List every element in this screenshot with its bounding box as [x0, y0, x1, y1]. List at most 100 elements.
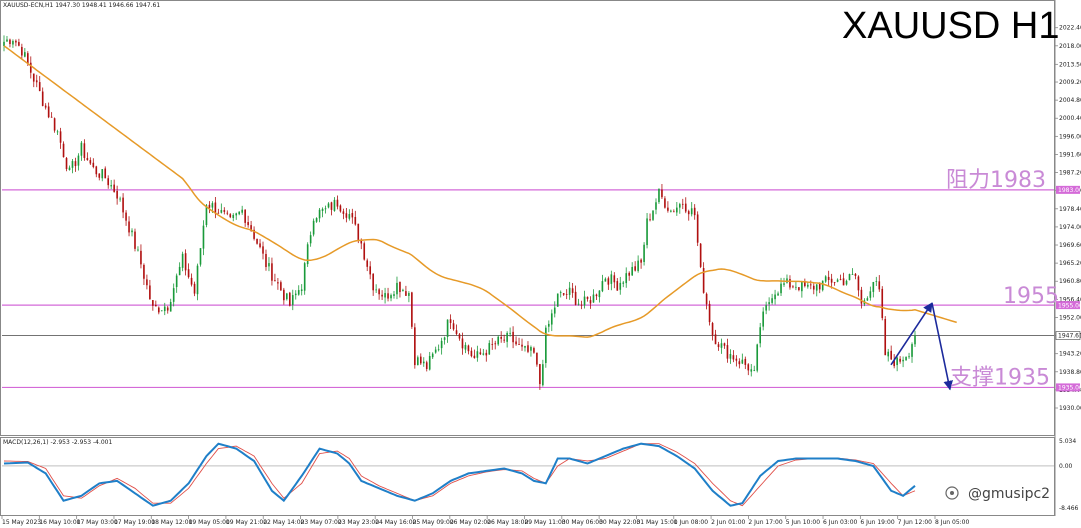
candle-body: [878, 281, 881, 290]
candle-body: [714, 334, 717, 345]
candle-body: [899, 358, 901, 362]
candle-body: [598, 290, 601, 298]
candle-body: [592, 294, 595, 303]
candle-body: [220, 210, 223, 213]
candle-body: [613, 275, 616, 283]
candle-body: [146, 279, 148, 286]
candle-body: [297, 290, 300, 295]
candle-body: [458, 334, 461, 339]
candle-body: [259, 243, 261, 248]
candle-body: [827, 276, 830, 281]
candle-body: [417, 357, 419, 366]
candle-body: [643, 244, 645, 262]
candle-body: [366, 260, 369, 267]
candle-body: [667, 207, 669, 211]
candle-body: [616, 281, 619, 291]
projection-down-arrow: [931, 302, 953, 391]
candle-body: [503, 339, 505, 341]
candle-body: [589, 300, 592, 304]
time-tick-label: 17 May 03:00: [77, 519, 118, 526]
candle-body: [586, 296, 589, 299]
candle-body: [500, 336, 502, 339]
candle-body: [244, 209, 246, 223]
watermark-icon: [945, 486, 959, 500]
candle-body: [515, 341, 517, 345]
candle-body: [687, 211, 690, 215]
candle-body: [649, 219, 651, 221]
time-tick-label: 29 May 11:00: [524, 519, 565, 526]
candle-body: [324, 208, 327, 210]
price-tick-label: 1991.60: [1059, 151, 1081, 158]
time-tick-label: 16 May 10:00: [39, 519, 80, 526]
candle-body: [428, 356, 431, 370]
candle-body: [196, 265, 199, 295]
time-tick-label: 18 May 12:00: [151, 519, 192, 526]
candle-body: [256, 238, 258, 244]
candle-body: [399, 281, 401, 293]
price-tick-label: 2000.40: [1059, 115, 1081, 122]
candle-body: [747, 364, 750, 371]
candle-body: [378, 289, 380, 295]
candle-body: [550, 313, 553, 325]
candle-body: [768, 302, 770, 305]
level-label-1: 1955: [1003, 284, 1059, 309]
candle-body: [470, 350, 473, 357]
candle-body: [178, 266, 181, 276]
candle-body: [339, 205, 342, 212]
candle-body: [720, 343, 723, 348]
candle-body: [571, 288, 574, 293]
price-tick-label: 1987.20: [1059, 170, 1081, 177]
candle-body: [753, 369, 756, 371]
candle-body: [637, 260, 639, 271]
candle-body: [711, 323, 714, 336]
candle-body: [223, 210, 226, 212]
candle-body: [303, 263, 306, 291]
candle-body: [443, 337, 446, 340]
candle-body: [95, 166, 98, 175]
candle-body: [396, 282, 398, 295]
candle-body: [119, 198, 121, 200]
candle-body: [26, 53, 29, 64]
price-tick-label: 2004.80: [1059, 97, 1081, 104]
candle-body: [601, 281, 604, 292]
candle-body: [375, 289, 377, 291]
candle-body: [851, 274, 854, 275]
candle-body: [288, 292, 291, 306]
time-tick-label: 23 May 23:00: [338, 519, 379, 526]
candle-body: [101, 169, 104, 179]
candle-body: [330, 202, 333, 210]
candle-body: [294, 293, 297, 296]
candle-body: [351, 213, 354, 218]
candle-body: [50, 116, 53, 118]
candle-body: [345, 213, 348, 218]
candle-body: [488, 343, 491, 355]
candle-body: [509, 332, 511, 334]
time-tick-label: 5 Jun 10:00: [786, 519, 820, 526]
time-tick-label: 19 May 05:00: [189, 519, 230, 526]
candle-body: [41, 91, 44, 106]
candle-body: [848, 274, 851, 281]
candle-body: [160, 310, 163, 312]
candle-body: [884, 318, 887, 356]
candle-body: [149, 285, 151, 300]
macd-tick-label: -8.466: [1059, 505, 1079, 512]
price-tick-label: 1960.80: [1059, 278, 1081, 285]
candle-body: [640, 259, 642, 263]
candle-body: [74, 161, 77, 167]
time-tick-label: 26 May 18:00: [487, 519, 528, 526]
candle-body: [268, 263, 270, 267]
candle-body: [208, 204, 211, 208]
candle-body: [673, 211, 675, 213]
candle-body: [24, 52, 26, 57]
level-tag-label: 1955.00: [1058, 302, 1081, 309]
price-tick-label: 1996.00: [1059, 133, 1081, 140]
candle-body: [229, 214, 232, 218]
candle-body: [726, 345, 729, 359]
candle-body: [166, 307, 169, 311]
candle-body: [610, 274, 613, 284]
candle-body: [452, 323, 455, 330]
candle-body: [169, 302, 172, 312]
price-axis-ticks: 2022.40 2018.00 2013.50 2009.20 2004.80 2000.…: [1055, 25, 1081, 412]
candle-body: [678, 204, 681, 208]
candle-body: [518, 344, 520, 346]
